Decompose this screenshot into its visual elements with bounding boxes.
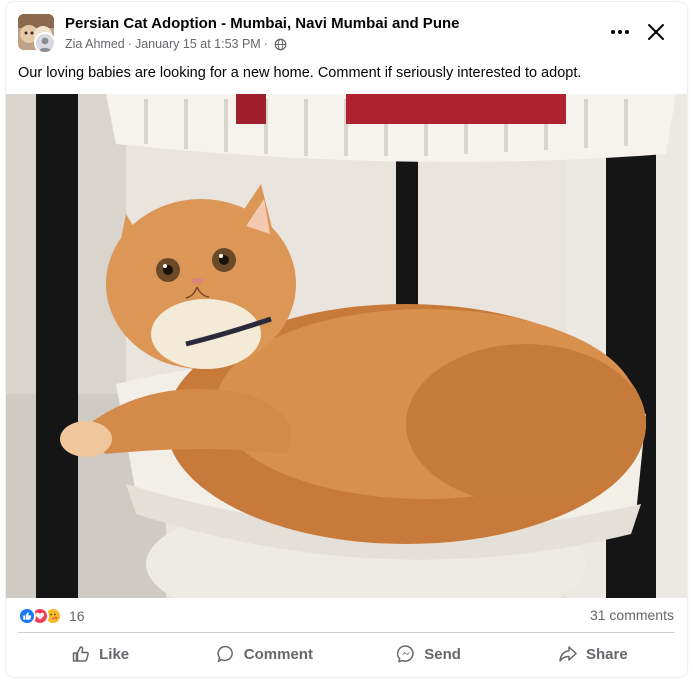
post-action-bar: Like Comment Send Share (18, 636, 675, 672)
post-photo[interactable] (6, 94, 687, 598)
comment-bubble-icon (217, 645, 233, 663)
post-caption: Our loving babies are looking for a new … (18, 65, 582, 81)
feed-post: Persian Cat Adoption - Mumbai, Navi Mumb… (6, 2, 687, 677)
author-name-link[interactable]: Zia Ahmed (65, 37, 125, 51)
more-dot (618, 30, 622, 34)
divider (18, 632, 675, 633)
meta-separator: · (263, 37, 268, 51)
group-name-link[interactable]: Persian Cat Adoption - Mumbai, Navi Mumb… (65, 15, 459, 32)
default-avatar-icon (36, 34, 54, 52)
like-label: Like (99, 645, 130, 663)
close-icon[interactable] (644, 20, 668, 44)
messenger-icon (397, 645, 414, 663)
thumbs-up-icon (72, 646, 89, 662)
cat-photo-image (6, 94, 687, 598)
more-dot (625, 30, 629, 34)
comment-label: Comment (243, 645, 313, 663)
post-header: Persian Cat Adoption - Mumbai, Navi Mumb… (6, 2, 687, 60)
like-button[interactable]: Like (18, 636, 182, 672)
meta-separator: · (127, 37, 132, 51)
send-label: Send (424, 645, 461, 663)
globe-icon[interactable] (274, 38, 287, 51)
reaction-count: 16 (69, 608, 85, 624)
post-meta: Zia Ahmed · January 15 at 1:53 PM · (65, 37, 287, 51)
share-label: Share (586, 645, 628, 663)
author-avatar[interactable] (34, 32, 56, 54)
share-arrow-icon (559, 646, 577, 662)
more-options-button[interactable] (606, 20, 634, 44)
post-timestamp-link[interactable]: January 15 at 1:53 PM (135, 37, 261, 51)
reactions-summary[interactable]: 16 (18, 607, 85, 625)
comments-count-link[interactable]: 31 comments (590, 607, 674, 623)
send-button[interactable]: Send (347, 636, 511, 672)
like-reaction-icon (18, 607, 36, 625)
comment-button[interactable]: Comment (182, 636, 346, 672)
share-button[interactable]: Share (511, 636, 675, 672)
more-dot (611, 30, 615, 34)
